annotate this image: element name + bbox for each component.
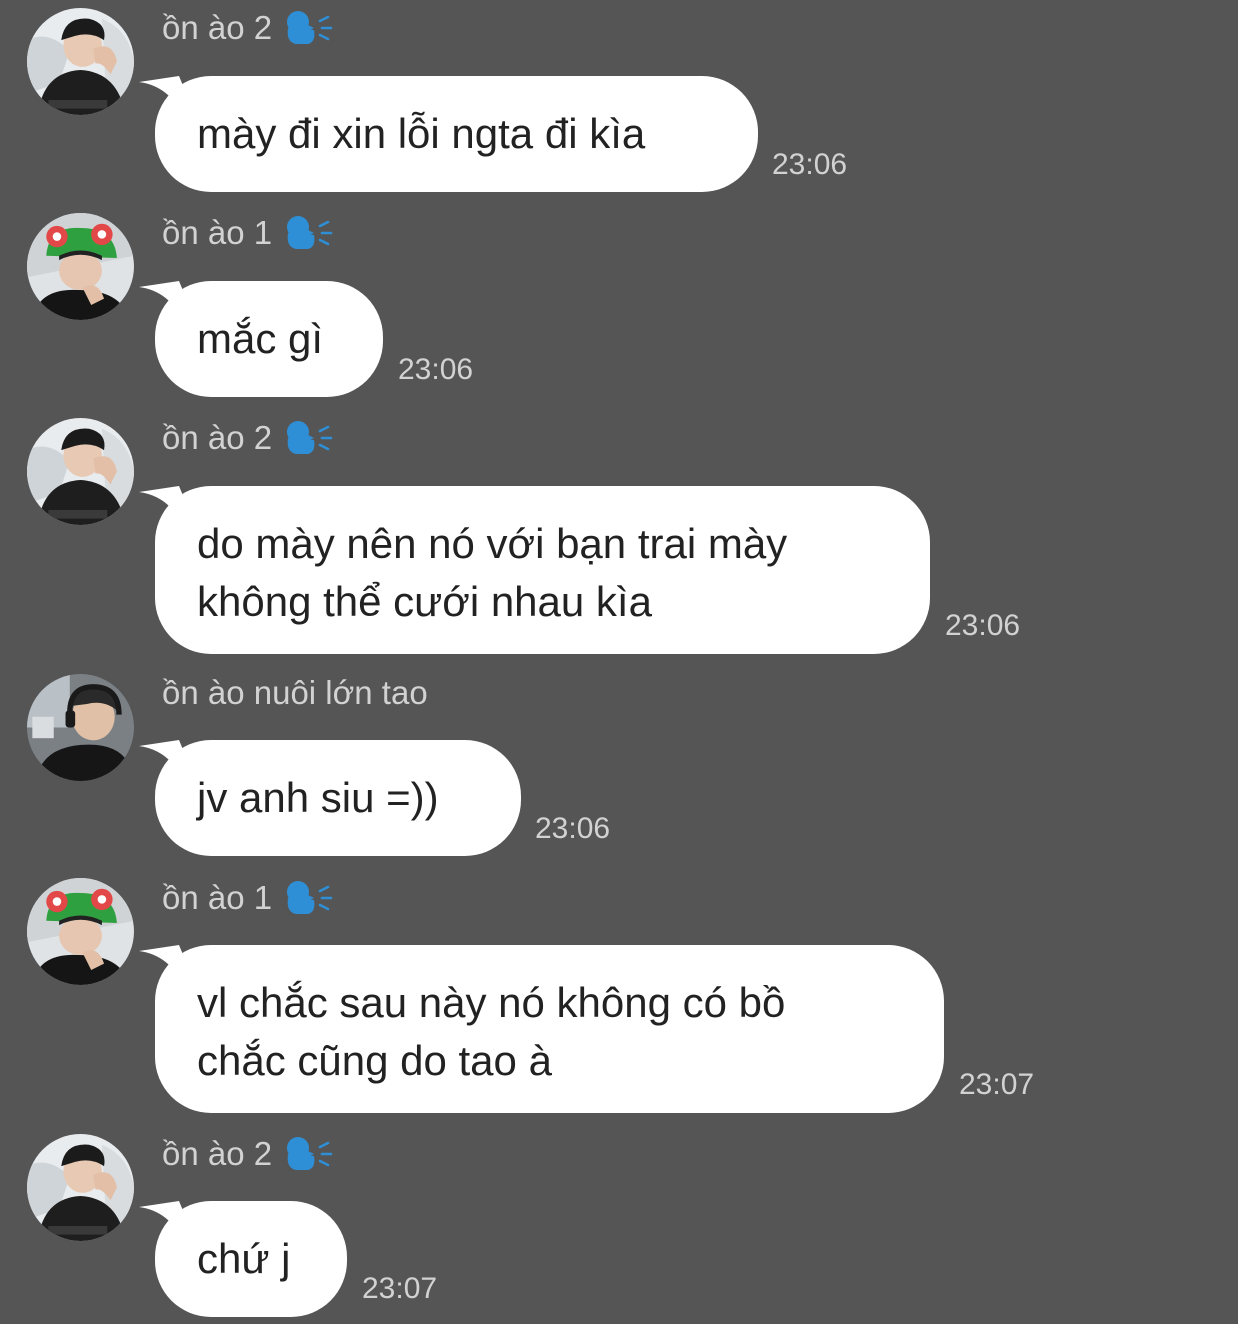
sender-name: ồn ào nuôi lớn tao <box>162 674 428 711</box>
message-text: chắc cũng do tao à <box>197 1037 552 1084</box>
message: ồn ào 2 mày đi xin lỗi ngta đi kìa 23:06 <box>0 0 1238 200</box>
message-text: mắc gì <box>197 315 324 362</box>
bubble-tail <box>139 486 199 534</box>
sender-name: ồn ào 1 <box>162 878 334 918</box>
speaker-icon <box>282 1134 334 1174</box>
message-text: vl chắc sau này nó không có bồ <box>197 979 786 1026</box>
speaker-icon <box>282 878 334 918</box>
message-bubble[interactable]: vl chắc sau này nó không có bồ chắc cũng… <box>139 945 944 1113</box>
message-text: jv anh siu =)) <box>197 774 439 821</box>
message-text: do mày nên nó với bạn trai mày <box>197 520 788 567</box>
message: ồn ào 2 do mày nên nó với bạn trai mày k… <box>0 410 1238 660</box>
bubble-tail <box>139 76 199 124</box>
sender-name: ồn ào 2 <box>162 1134 334 1174</box>
message-bubble[interactable]: chứ j <box>139 1201 347 1317</box>
avatar[interactable] <box>27 418 134 525</box>
message-text: mày đi xin lỗi ngta đi kìa <box>197 110 646 157</box>
timestamp: 23:06 <box>535 812 611 845</box>
sender-name: ồn ào 1 <box>162 213 334 253</box>
message: ồn ào nuôi lớn tao jv anh siu =)) 23:06 <box>0 666 1238 866</box>
speaker-icon <box>282 213 334 253</box>
message-bubble[interactable]: jv anh siu =)) <box>139 740 521 856</box>
avatar[interactable] <box>27 878 134 985</box>
speaker-icon <box>282 418 334 458</box>
avatar[interactable] <box>27 1134 134 1241</box>
sender-name: ồn ào 2 <box>162 418 334 458</box>
timestamp: 23:06 <box>772 148 848 181</box>
message: ồn ào 1 mắc gì 23:06 <box>0 205 1238 405</box>
bubble-tail <box>139 1201 199 1249</box>
message-text: không thể cưới nhau kìa <box>197 578 652 625</box>
bubble-tail <box>139 945 199 993</box>
sender-name: ồn ào 2 <box>162 8 334 48</box>
message: ồn ào 2 chứ j 23:07 <box>0 1126 1238 1324</box>
timestamp: 23:06 <box>398 353 474 386</box>
timestamp: 23:06 <box>945 609 1021 642</box>
avatar[interactable] <box>27 674 134 781</box>
avatar[interactable] <box>27 213 134 320</box>
message: ồn ào 1 vl chắc sau này nó không có bồ c… <box>0 870 1238 1120</box>
timestamp: 23:07 <box>959 1068 1035 1101</box>
avatar[interactable] <box>27 8 134 115</box>
message-text: chứ j <box>197 1235 291 1282</box>
bubble-tail <box>139 740 199 788</box>
speaker-icon <box>282 8 334 48</box>
message-bubble[interactable]: mắc gì <box>139 281 383 397</box>
timestamp: 23:07 <box>362 1272 438 1305</box>
message-bubble[interactable]: mày đi xin lỗi ngta đi kìa <box>139 76 758 192</box>
message-bubble[interactable]: do mày nên nó với bạn trai mày không thể… <box>139 486 930 654</box>
bubble-tail <box>139 281 199 329</box>
